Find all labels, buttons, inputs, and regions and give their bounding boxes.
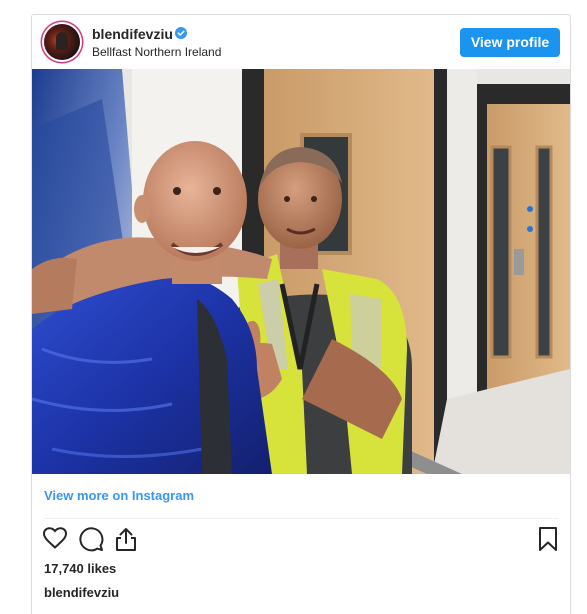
post-header: blendifevziu Bellfast Northern Ireland V… xyxy=(32,15,570,69)
avatar-figure xyxy=(56,32,68,50)
likes-count[interactable]: 17,740 likes xyxy=(44,561,116,576)
verified-badge-icon xyxy=(175,27,187,39)
caption-username[interactable]: blendifevziu xyxy=(44,585,119,600)
location-link[interactable]: Bellfast Northern Ireland xyxy=(92,45,221,59)
instagram-embed-card: blendifevziu Bellfast Northern Ireland V… xyxy=(31,14,571,614)
bookmark-icon[interactable] xyxy=(537,526,559,552)
post-photo[interactable] xyxy=(32,69,570,474)
view-profile-button[interactable]: View profile xyxy=(460,28,560,57)
username-link[interactable]: blendifevziu xyxy=(92,26,173,42)
heart-icon[interactable] xyxy=(42,526,68,550)
profile-avatar[interactable] xyxy=(44,24,80,60)
share-icon[interactable] xyxy=(114,526,138,552)
photo-illustration xyxy=(32,69,570,474)
divider xyxy=(44,518,558,519)
view-more-link[interactable]: View more on Instagram xyxy=(44,488,194,503)
comment-bubble-icon[interactable] xyxy=(78,526,104,552)
